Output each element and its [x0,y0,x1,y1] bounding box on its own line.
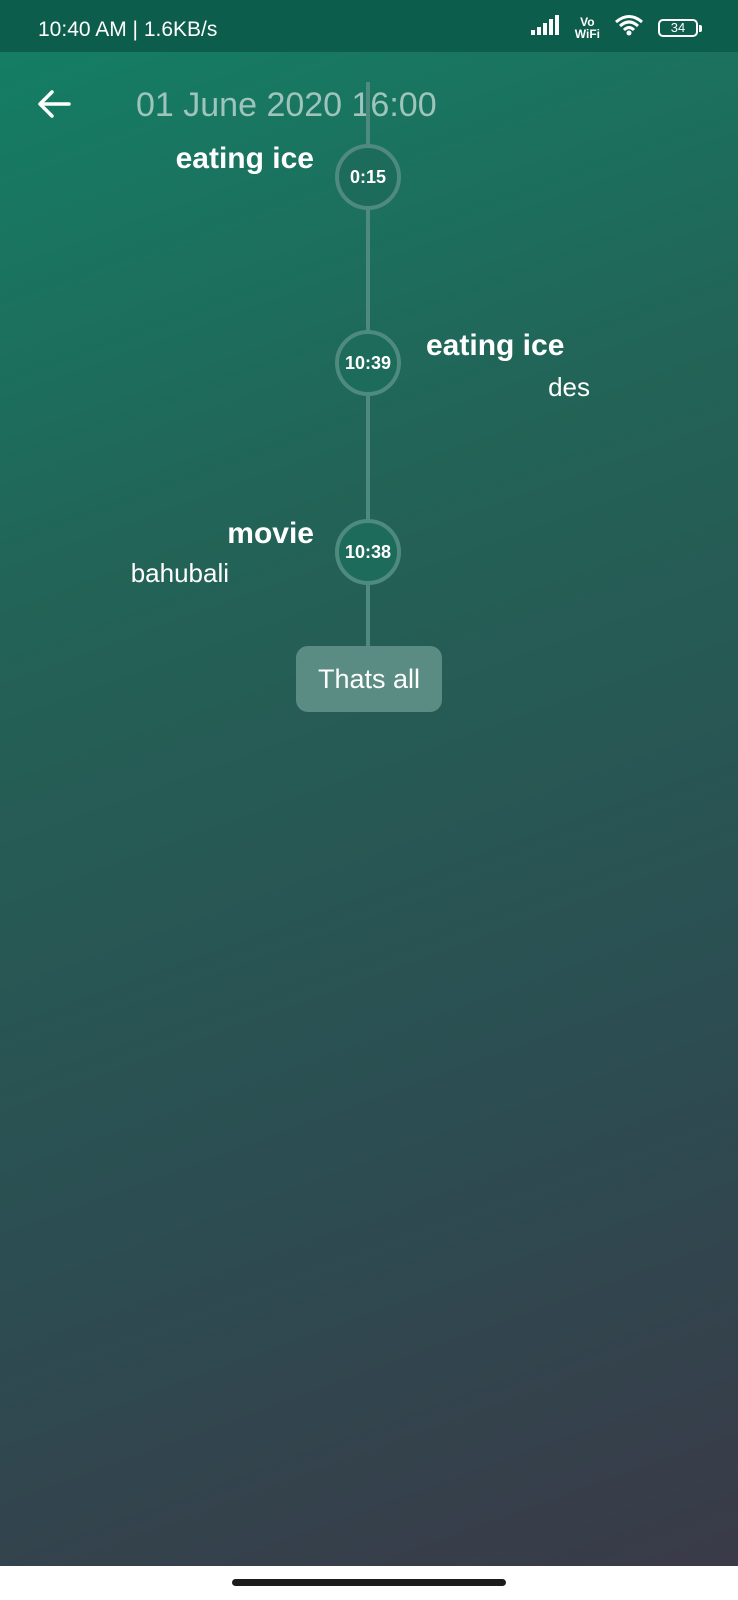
vowifi-top: Vo [580,14,595,29]
wifi-icon [614,14,644,41]
event-title: eating ice [175,142,314,175]
signal-icon [530,15,561,40]
event-description: bahubali [130,558,229,588]
vowifi-icon: Vo WiFi [575,16,600,40]
time-node[interactable]: 10:38 [335,519,401,585]
back-button[interactable] [30,82,78,130]
event-time: 0:15 [349,166,387,187]
battery-level: 34 [670,19,686,35]
event-description: des [548,372,590,402]
status-icons: Vo WiFi 34 [530,14,702,41]
event-time: 10:39 [344,352,392,373]
navigation-bar [0,1566,738,1600]
event-time: 10:38 [344,541,392,562]
vowifi-bottom: WiFi [574,26,600,41]
screen: 10:40 AM | 1.6KB/s Vo WiFi 34 01 June 20… [0,0,738,1566]
end-of-list-chip: Thats all [296,646,442,712]
event-title: movie [227,517,314,550]
time-node[interactable]: 10:39 [335,330,401,396]
arrow-left-icon [37,89,71,124]
event-title: eating ice [426,329,565,362]
time-node[interactable]: 0:15 [335,144,401,210]
status-bar: 10:40 AM | 1.6KB/s Vo WiFi 34 [0,0,738,52]
battery-icon: 34 [658,18,702,37]
status-time: 10:40 AM | 1.6KB/s [38,18,218,41]
home-indicator[interactable] [232,1579,506,1586]
page-title: 01 June 2020 16:00 [136,86,437,124]
